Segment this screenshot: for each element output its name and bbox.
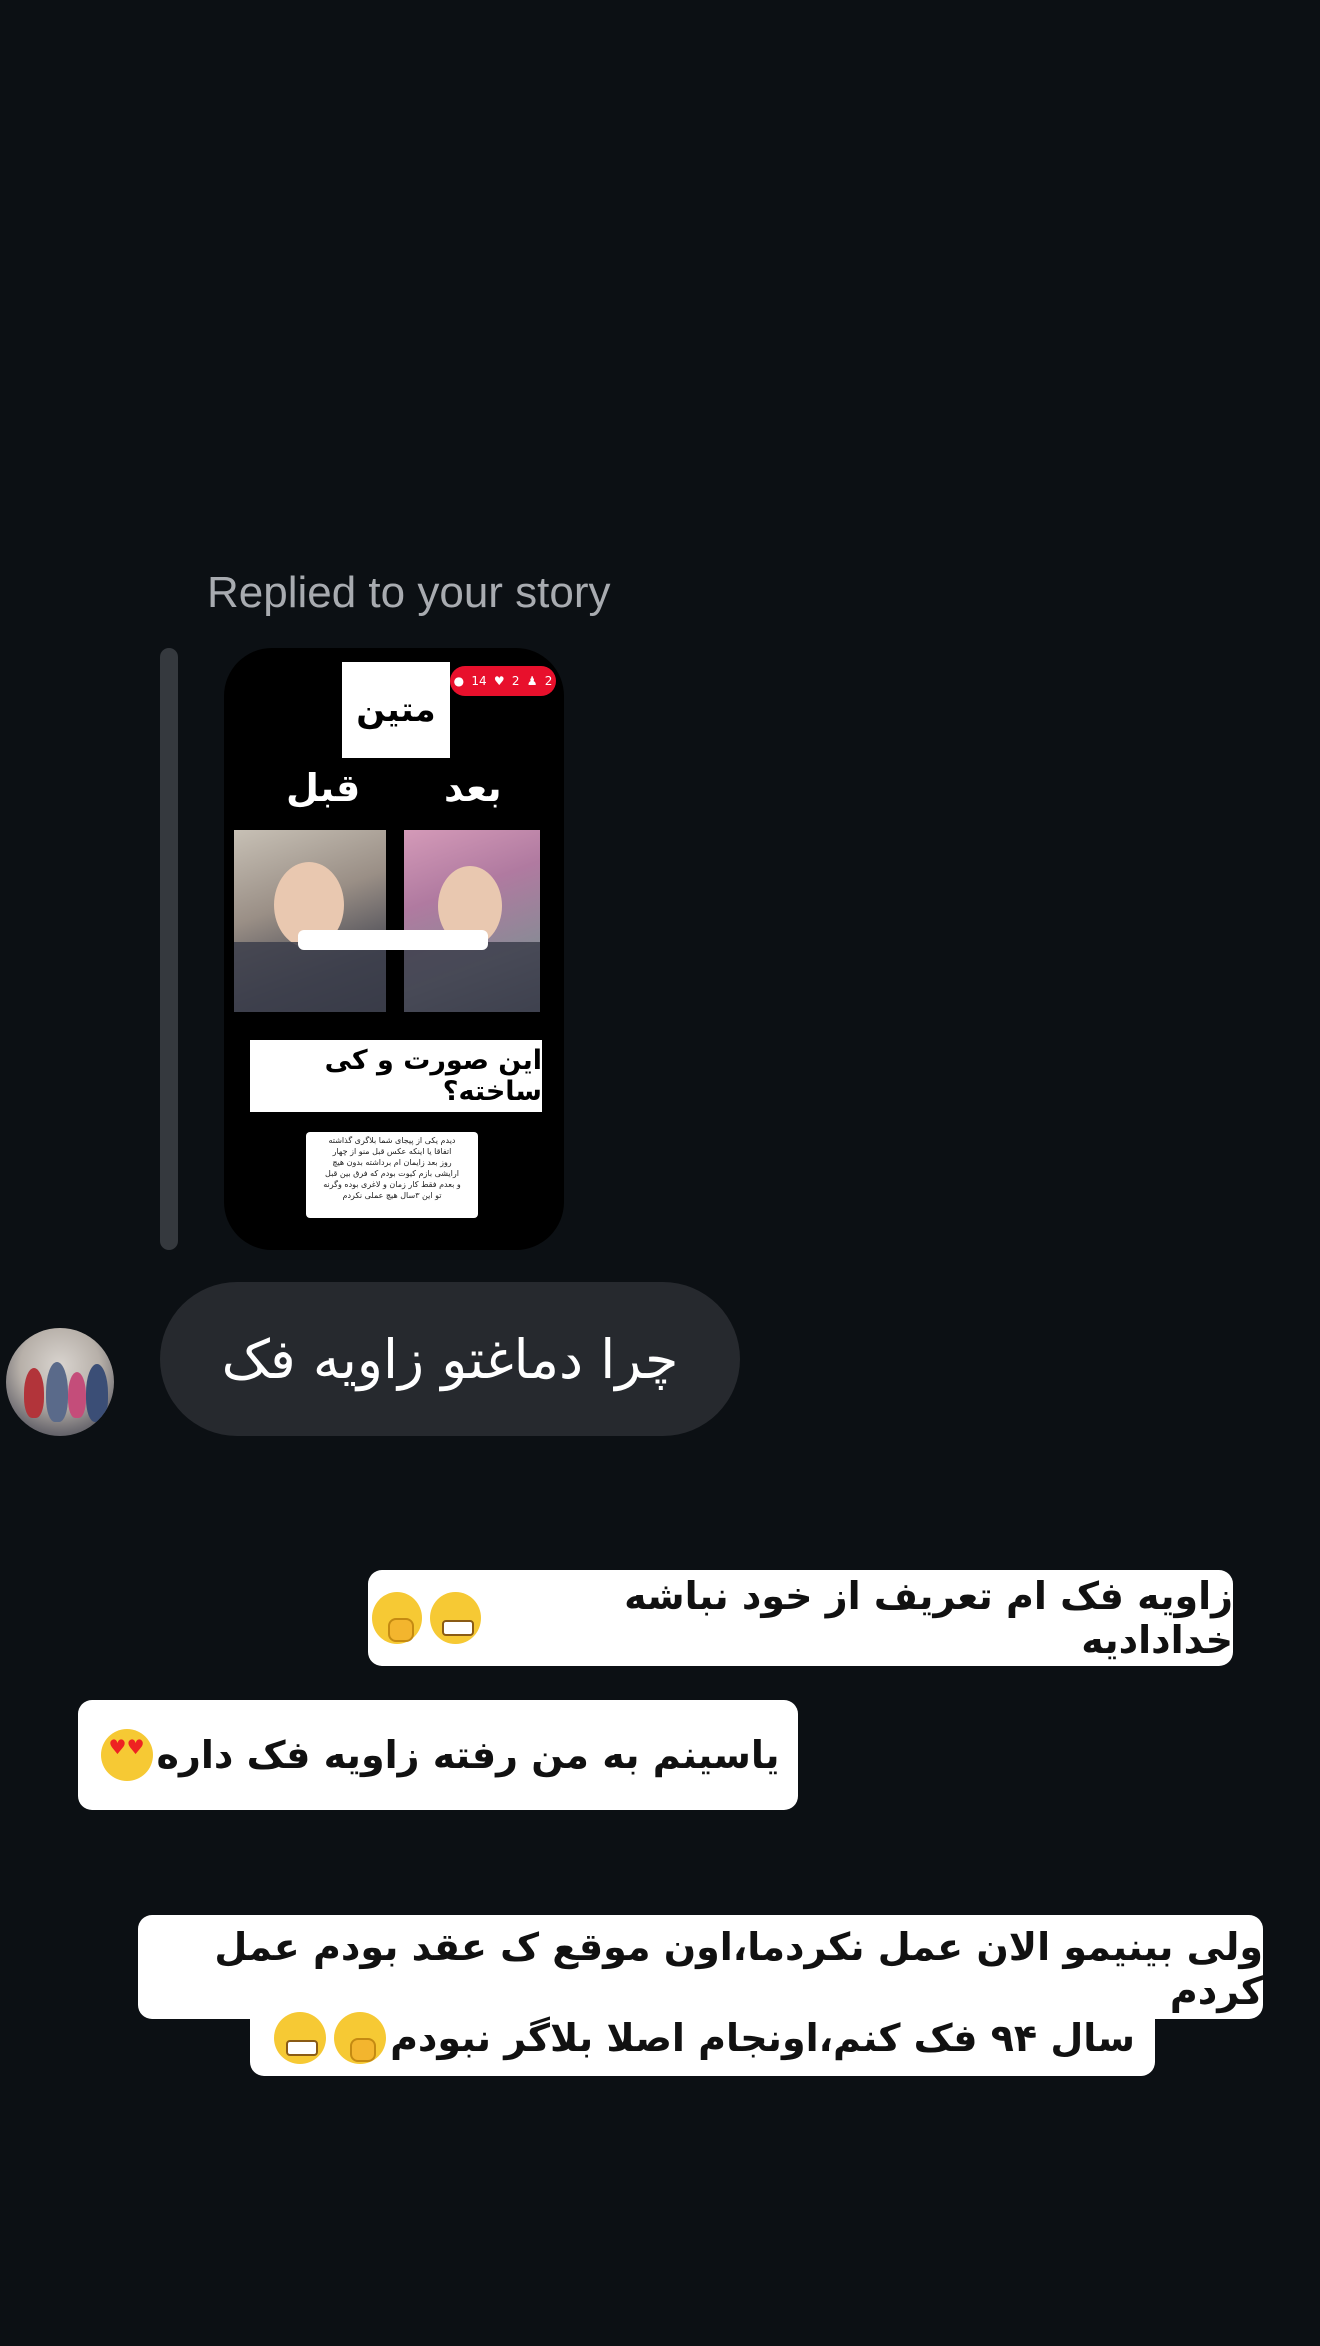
sent-message-3-continued[interactable]: سال ۹۴ فک کنم،اونجام اصلا بلاگر نبودم [250,2000,1155,2076]
shushing-face-icon [372,1592,423,1644]
reply-quote-bar [160,648,178,1250]
message-text: یاسینم به من رفته زاویه فک داره [156,1733,780,1777]
follower-count: 2 [544,674,553,688]
after-label: بعد [444,766,502,810]
comment-count: 14 [471,674,487,688]
shushing-face-icon [334,2012,387,2064]
like-count: 2 [511,674,520,688]
note-line: تو این ۳سال هیچ عملی نکردم [342,1191,442,1200]
message-text-line-2: سال ۹۴ فک کنم،اونجام اصلا بلاگر نبودم [390,2016,1135,2060]
before-label: قبل [286,766,361,810]
redaction-mark [298,930,488,950]
story-preview-card[interactable]: متین ● 14 ♥ 2 ♟ 2 بعد قبل این صورت و کی ساخ… [224,648,564,1250]
note-line: روز بعد زایمان ام برداشته بدون هیچ [332,1158,452,1167]
story-note: دیدم یکی از پیجای شما بلاگری گذاشته اتفا… [306,1132,478,1218]
heart-icon: ♥ [493,674,505,688]
message-text: زاویه فک ام تعریف از خود نباشه خدادادیه [624,1574,1233,1662]
person-icon: ♟ [526,674,538,688]
story-name-box: متین [342,662,450,758]
comment-icon: ● [453,674,465,688]
note-line: اتفاقا یا اینکه عکس قبل منو از چهار [332,1147,452,1156]
note-line: و بعدم فقط کار زمان و لاغری بوده وگرنه [323,1180,461,1189]
grimace-icon [430,1592,481,1644]
heart-eyes-icon [100,1729,153,1781]
sent-message-2[interactable]: یاسینم به من رفته زاویه فک داره [78,1700,798,1810]
before-photo [234,830,386,1012]
note-line: ارایشی بازم کیوت بودم که فرق بین قبل [325,1169,459,1178]
sender-avatar[interactable] [6,1328,114,1436]
sent-message-1[interactable]: زاویه فک ام تعریف از خود نباشه خدادادیه [368,1570,1233,1666]
note-line: دیدم یکی از پیجای شما بلاگری گذاشته [328,1136,456,1145]
grimace-icon [274,2012,327,2064]
reply-header-label: Replied to your story [207,568,611,617]
story-stats-badge: ● 14 ♥ 2 ♟ 2 [450,666,556,696]
after-photo [404,830,540,1012]
received-message-bubble[interactable]: چرا دماغتو زاویه فک [160,1282,740,1436]
story-question: این صورت و کی ساخته؟ [250,1040,542,1112]
